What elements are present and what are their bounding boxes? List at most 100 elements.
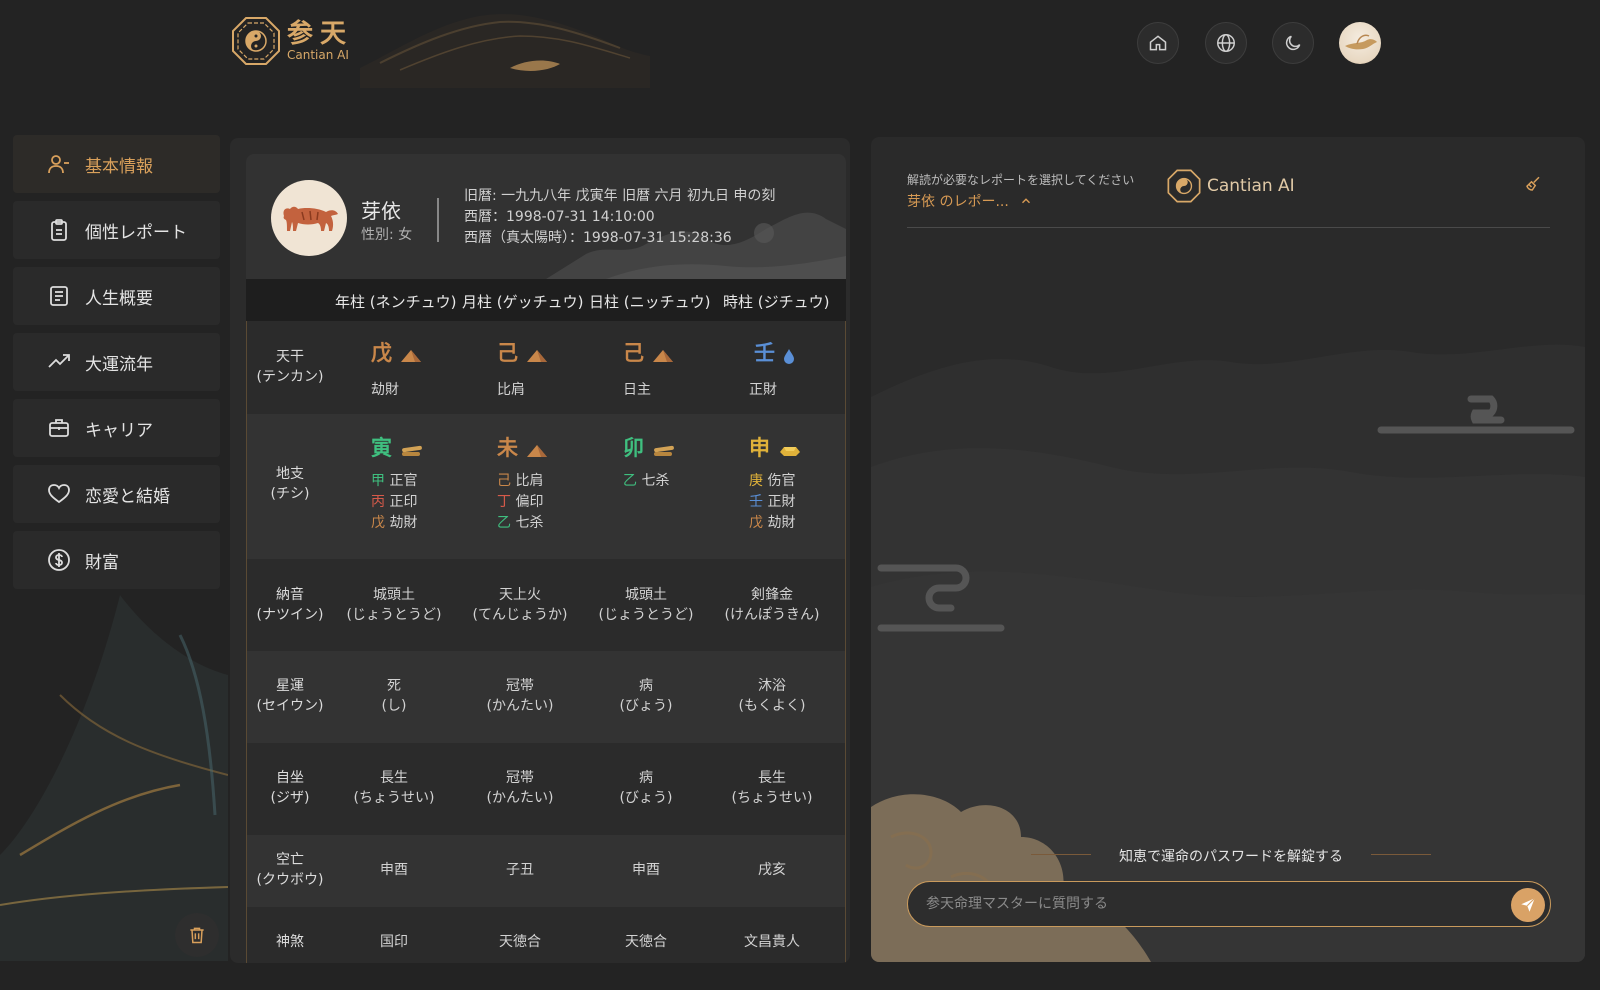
- trending-up-icon: [48, 354, 70, 368]
- chat-input[interactable]: [926, 882, 1486, 926]
- report-selector[interactable]: 芽依 のレポー...: [907, 191, 1033, 211]
- home-button[interactable]: [1137, 22, 1179, 64]
- sidebar-item-label: キャリア: [85, 420, 153, 441]
- earthly-branch-row: 地支 (チシ) 寅 未 卯 申 甲 正官 丙 正印 戊 劫財 己 比肩 丁 偏印…: [247, 414, 845, 559]
- stem-cell: 壬: [754, 337, 845, 367]
- sidebar-item-wealth[interactable]: 財富: [13, 531, 220, 589]
- ten-god-label: 比肩: [497, 382, 525, 398]
- language-button[interactable]: [1205, 22, 1247, 64]
- void-cell: 戌亥: [758, 862, 786, 878]
- nayin-cell: 城頭土 (じょうとうど): [346, 587, 442, 623]
- hidden-stem: 戊 劫財: [371, 515, 418, 531]
- mountain-earth-icon: [401, 349, 422, 362]
- hidden-stem: 丁 偏印: [497, 494, 544, 510]
- sidebar-item-fortune-years[interactable]: 大運流年: [13, 333, 220, 391]
- branch-cell: 卯: [623, 432, 749, 462]
- void-row: 空亡 (クウボウ) 申酉 子丑 申酉 戌亥: [247, 835, 845, 907]
- sidebar-item-life-summary[interactable]: 人生概要: [13, 267, 220, 325]
- nayin-row: 納音 (ナツイン) 城頭土 (じょうとうど) 天上火 (てんじょうか) 城頭土 (じょう…: [247, 559, 845, 651]
- stem-char: 壬: [754, 341, 775, 365]
- sidebar-item-career[interactable]: キャリア: [13, 399, 220, 457]
- clear-chat-button[interactable]: [1524, 175, 1542, 197]
- star-fortune-cell: 冠帯 (かんたい): [486, 678, 554, 714]
- self-seat-cell: 冠帯 (かんたい): [486, 770, 554, 806]
- mountain-earth-icon: [527, 444, 548, 457]
- bazi-chart-panel: 芽依 性別: 女 旧暦: 一九九八年 戊寅年 旧暦 六月 初九日 申の刻 西暦：…: [230, 138, 850, 963]
- sidebar-item-personality-report[interactable]: 個性レポート: [13, 201, 220, 259]
- shensha-cell: 天徳合: [625, 934, 667, 950]
- void-cell: 子丑: [506, 862, 534, 878]
- send-button[interactable]: [1511, 888, 1545, 922]
- zodiac-avatar: [271, 180, 347, 256]
- sidebar-item-label: 個性レポート: [85, 222, 187, 243]
- lunar-date: 旧暦: 一九九八年 戊寅年 旧暦 六月 初九日 申の刻: [464, 188, 776, 204]
- star-fortune-cell: 死 (し): [381, 678, 407, 714]
- sidebar-item-love-marriage[interactable]: 恋愛と結婚: [13, 465, 220, 523]
- top-header: 参天 Cantian AI: [0, 0, 1600, 100]
- shensha-cell: 国印: [380, 934, 408, 950]
- mountain-decoration: [360, 14, 650, 88]
- row-label: 自坐 (ジザ): [270, 770, 310, 806]
- self-seat-cell: 長生 (ちょうせい): [731, 770, 813, 806]
- hidden-stem: 己 比肩: [497, 473, 544, 489]
- chat-input-box: [907, 881, 1551, 927]
- heart-icon: [48, 484, 70, 504]
- month-pillar-header: 月柱 (ゲッチュウ): [462, 293, 584, 311]
- star-fortune-cell: 沐浴 (もくよく): [738, 678, 806, 714]
- moon-icon: [1285, 35, 1301, 51]
- hidden-stem: 乙 七杀: [497, 515, 544, 531]
- chevron-up-icon: [1021, 198, 1030, 204]
- broom-icon: [1526, 176, 1540, 191]
- row-label: 地支 (チシ): [270, 466, 310, 502]
- row-label: 天干 (テンカン): [256, 349, 324, 385]
- user-icon: [48, 155, 69, 174]
- slogan: 知恵で運命のパスワードを解錠する: [1119, 849, 1343, 865]
- row-label: 空亡 (クウボウ): [256, 852, 324, 888]
- shensha-cell: 天徳合: [499, 934, 541, 950]
- bagua-logo-icon: [1167, 169, 1201, 203]
- branch-char: 未: [497, 436, 518, 460]
- nayin-cell: 城頭土 (じょうとうど): [598, 587, 694, 623]
- row-label: 神煞: [276, 934, 304, 950]
- theme-button[interactable]: [1272, 22, 1314, 64]
- app-logo[interactable]: 参天 Cantian AI: [231, 16, 353, 66]
- row-label: 星運 (セイウン): [256, 678, 324, 714]
- branch-char: 申: [749, 436, 770, 460]
- self-seat-cell: 病 (びょう): [619, 770, 673, 806]
- branch-cell: 寅: [371, 432, 497, 462]
- logo-subtitle: Cantian AI: [287, 48, 349, 62]
- self-seat-row: 自坐 (ジザ) 長生 (ちょうせい) 冠帯 (かんたい) 病 (びょう) 長生 (ちょうせ…: [247, 743, 845, 835]
- branch-cell: 未: [497, 432, 623, 462]
- document-icon: [50, 286, 68, 306]
- ten-god-label: 劫財: [371, 382, 399, 398]
- sidebar-item-label: 大運流年: [85, 354, 153, 375]
- trash-icon: [190, 927, 204, 944]
- shensha-cell: 文昌貴人: [744, 934, 800, 950]
- globe-icon: [1217, 34, 1235, 52]
- pillar-header-row: 年柱 (ネンチュウ) 月柱 (ゲッチュウ) 日柱 (ニッチュウ) 時柱 (ジチュ…: [246, 279, 846, 321]
- mountain-earth-icon: [527, 349, 548, 362]
- void-cell: 申酉: [380, 862, 408, 878]
- hidden-stem: 甲 正官: [371, 473, 418, 489]
- report-select-hint: 解読が必要なレポートを選択してください: [907, 173, 1135, 187]
- bazi-table: 天干 (テンカン) 戊 己 己 壬 劫財 比肩 日主 正財 地支 (チシ) 寅 …: [246, 321, 846, 963]
- user-avatar[interactable]: [1339, 22, 1381, 64]
- branch-char: 卯: [623, 436, 644, 460]
- year-pillar-header: 年柱 (ネンチュウ): [335, 293, 457, 311]
- star-fortune-row: 星運 (セイウン) 死 (し) 冠帯 (かんたい) 病 (びょう) 沐浴 (もくよく): [247, 651, 845, 743]
- sidebar: 基本情報 個性レポート 人生概要 大運流年 キャリア 恋愛と結婚 財富: [0, 135, 228, 961]
- sidebar-item-label: 恋愛と結婚: [85, 486, 170, 507]
- heavenly-stem-row: 天干 (テンカン) 戊 己 己 壬 劫財 比肩 日主 正財: [247, 321, 845, 414]
- solar-date: 西暦：1998-07-31 14:10:00: [464, 209, 655, 225]
- delete-button[interactable]: [175, 913, 219, 957]
- profile-divider: [437, 198, 439, 242]
- hidden-stem: 乙 七杀: [623, 473, 670, 489]
- wood-log-icon: [654, 445, 675, 456]
- panel-divider: [907, 227, 1550, 228]
- sidebar-item-basic-info[interactable]: 基本情報: [13, 135, 220, 193]
- avatar-bird-icon: [1345, 34, 1377, 50]
- profile-card: 芽依 性別: 女 旧暦: 一九九八年 戊寅年 旧暦 六月 初九日 申の刻 西暦：…: [246, 154, 846, 279]
- nayin-cell: 天上火 (てんじょうか): [472, 587, 568, 623]
- home-icon: [1149, 35, 1167, 51]
- clipboard-icon: [51, 219, 67, 241]
